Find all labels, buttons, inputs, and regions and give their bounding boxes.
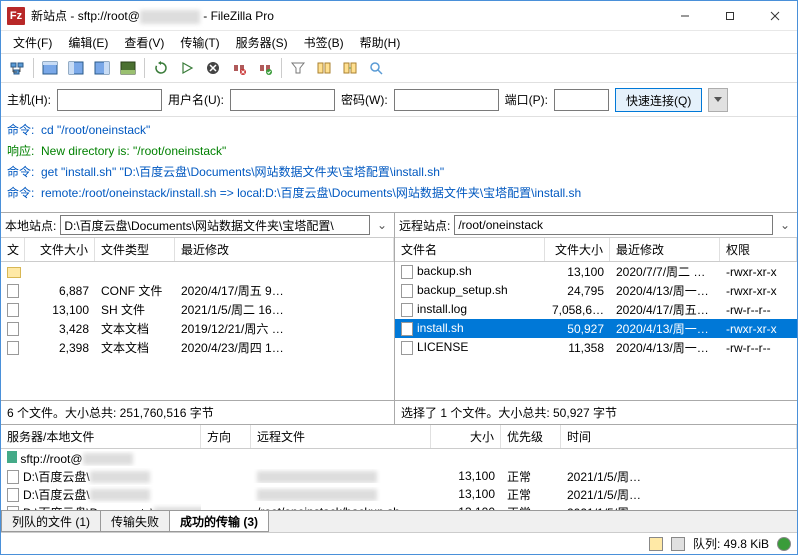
remote-pane: 远程站点: ⌄ 文件名 文件大小 最近修改 权限 backup.sh13,100… xyxy=(395,213,797,424)
menu-transfer[interactable]: 传输(T) xyxy=(174,32,225,53)
list-item[interactable]: LICENSE11,3582020/4/13/周一…-rw-r--r-- xyxy=(395,338,797,357)
port-input[interactable] xyxy=(554,89,609,111)
host-label: 主机(H): xyxy=(7,91,51,108)
local-site-label: 本地站点: xyxy=(5,217,56,234)
list-item[interactable]: 6,887CONF 文件2020/4/17/周五 9… xyxy=(1,281,394,300)
toggle-remote-tree-icon[interactable] xyxy=(90,56,114,80)
status-ok-icon xyxy=(777,537,791,551)
local-pane: 本地站点: ⌄ 文 文件大小 文件类型 最近修改 6,887CONF 文件202… xyxy=(1,213,395,424)
window-title: 新站点 - sftp://root@ - FileZilla Pro xyxy=(31,7,662,24)
tab-failed[interactable]: 传输失败 xyxy=(100,511,170,532)
user-input[interactable] xyxy=(230,89,335,111)
disconnect-icon[interactable] xyxy=(227,56,251,80)
toggle-log-icon[interactable] xyxy=(38,56,62,80)
titlebar[interactable]: Fz 新站点 - sftp://root@ - FileZilla Pro xyxy=(1,1,797,31)
remote-file-list[interactable]: backup.sh13,1002020/7/7/周二 …-rwxr-xr-xba… xyxy=(395,262,797,400)
list-item[interactable]: install.log7,058,6…2020/4/17/周五…-rw-r--r… xyxy=(395,300,797,319)
queue-item[interactable]: D:\百度云盘\Documents\/root/oneinstack/backu… xyxy=(1,503,797,510)
list-item[interactable]: 3,428文本文档2019/12/21/周六 … xyxy=(1,319,394,338)
host-input[interactable] xyxy=(57,89,162,111)
menu-file[interactable]: 文件(F) xyxy=(7,32,58,53)
queue-size: 队列: 49.8 KiB xyxy=(693,535,769,552)
menubar: 文件(F) 编辑(E) 查看(V) 传输(T) 服务器(S) 书签(B) 帮助(… xyxy=(1,31,797,53)
port-label: 端口(P): xyxy=(505,91,548,108)
menu-bookmark[interactable]: 书签(B) xyxy=(298,32,350,53)
chevron-down-icon[interactable]: ⌄ xyxy=(374,218,390,232)
quick-connect-dropdown[interactable] xyxy=(708,88,728,112)
toggle-local-tree-icon[interactable] xyxy=(64,56,88,80)
remote-status: 选择了 1 个文件。大小总共: 50,927 字节 xyxy=(395,400,797,424)
remote-site-label: 远程站点: xyxy=(399,217,450,234)
pass-input[interactable] xyxy=(394,89,499,111)
compare-icon[interactable] xyxy=(312,56,336,80)
toolbar xyxy=(1,53,797,83)
app-icon: Fz xyxy=(7,7,25,25)
queue-item[interactable]: D:\百度云盘\13,100正常2021/1/5/周… xyxy=(1,485,797,503)
reconnect-icon[interactable] xyxy=(253,56,277,80)
maximize-button[interactable] xyxy=(707,2,752,30)
queue-server[interactable]: sftp://root@ xyxy=(1,449,797,467)
user-label: 用户名(U): xyxy=(168,91,224,108)
menu-server[interactable]: 服务器(S) xyxy=(230,32,294,53)
queue-tabs: 列队的文件 (1) 传输失败 成功的传输 (3) xyxy=(1,510,797,532)
quick-connect-bar: 主机(H): 用户名(U): 密码(W): 端口(P): 快速连接(Q) xyxy=(1,83,797,117)
remote-path-input[interactable] xyxy=(454,215,773,235)
list-item[interactable]: 2,398文本文档2020/4/23/周四 1… xyxy=(1,338,394,357)
list-item[interactable]: install.sh50,9272020/4/13/周一…-rwxr-xr-x xyxy=(395,319,797,338)
local-header[interactable]: 文 文件大小 文件类型 最近修改 xyxy=(1,238,394,262)
site-manager-icon[interactable] xyxy=(5,56,29,80)
local-file-list[interactable]: 6,887CONF 文件2020/4/17/周五 9…13,100SH 文件20… xyxy=(1,262,394,400)
list-item[interactable]: 13,100SH 文件2021/1/5/周二 16… xyxy=(1,300,394,319)
queue-list[interactable]: sftp://root@D:\百度云盘\13,100正常2021/1/5/周…D… xyxy=(1,449,797,510)
local-path-input[interactable] xyxy=(60,215,370,235)
queue-pane: 服务器/本地文件 方向 远程文件 大小 优先级 时间 sftp://root@D… xyxy=(1,424,797,510)
list-item[interactable]: backup_setup.sh24,7952020/4/13/周一…-rwxr-… xyxy=(395,281,797,300)
refresh-icon[interactable] xyxy=(149,56,173,80)
tab-successful[interactable]: 成功的传输 (3) xyxy=(169,511,269,532)
app-window: Fz 新站点 - sftp://root@ - FileZilla Pro 文件… xyxy=(0,0,798,555)
quick-connect-button[interactable]: 快速连接(Q) xyxy=(615,88,702,112)
filter-icon[interactable] xyxy=(286,56,310,80)
minimize-button[interactable] xyxy=(662,2,707,30)
queue-header[interactable]: 服务器/本地文件 方向 远程文件 大小 优先级 时间 xyxy=(1,425,797,449)
close-button[interactable] xyxy=(752,2,797,30)
statusbar: 队列: 49.8 KiB xyxy=(1,532,797,554)
tab-queued[interactable]: 列队的文件 (1) xyxy=(1,511,101,532)
file-panes: 本地站点: ⌄ 文 文件大小 文件类型 最近修改 6,887CONF 文件202… xyxy=(1,213,797,424)
list-item[interactable]: backup.sh13,1002020/7/7/周二 …-rwxr-xr-x xyxy=(395,262,797,281)
remote-header[interactable]: 文件名 文件大小 最近修改 权限 xyxy=(395,238,797,262)
status-icon xyxy=(649,537,663,551)
toggle-queue-icon[interactable] xyxy=(116,56,140,80)
sync-browse-icon[interactable] xyxy=(338,56,362,80)
status-icon xyxy=(671,537,685,551)
menu-help[interactable]: 帮助(H) xyxy=(354,32,407,53)
list-item[interactable] xyxy=(1,262,394,281)
search-icon[interactable] xyxy=(364,56,388,80)
pass-label: 密码(W): xyxy=(341,91,388,108)
chevron-down-icon[interactable]: ⌄ xyxy=(777,218,793,232)
process-queue-icon[interactable] xyxy=(175,56,199,80)
cancel-icon[interactable] xyxy=(201,56,225,80)
menu-view[interactable]: 查看(V) xyxy=(118,32,170,53)
message-log[interactable]: 命令: cd "/root/oneinstack"响应: New directo… xyxy=(1,117,797,213)
menu-edit[interactable]: 编辑(E) xyxy=(62,32,114,53)
queue-item[interactable]: D:\百度云盘\13,100正常2021/1/5/周… xyxy=(1,467,797,485)
local-status: 6 个文件。大小总共: 251,760,516 字节 xyxy=(1,400,394,424)
